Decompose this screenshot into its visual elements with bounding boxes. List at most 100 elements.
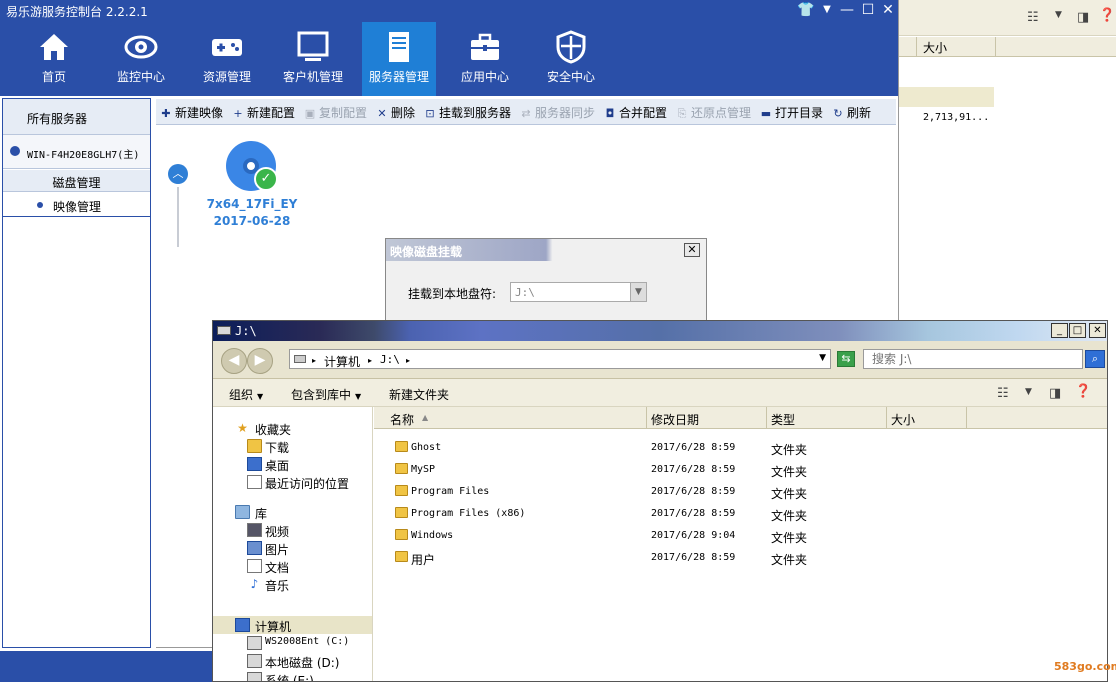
maximize-icon[interactable]: ☐ xyxy=(859,2,877,18)
preview-pane-icon[interactable]: ◨ xyxy=(1049,386,1061,401)
chevron-right-icon[interactable]: ▸ xyxy=(368,356,372,365)
file-row[interactable]: Ghost 2017/6/28 8:59 文件夹 xyxy=(374,437,1107,459)
tree-item-libraries[interactable]: 库 xyxy=(213,503,372,521)
nav-app-center[interactable]: 应用中心 xyxy=(448,22,522,96)
refresh-icon[interactable]: ⇆ xyxy=(837,351,855,367)
collapse-icon[interactable]: ︿ xyxy=(168,164,188,184)
include-in-library-button[interactable]: 包含到库中 ▼ xyxy=(291,386,361,403)
delete-button[interactable]: ✕ 删除 xyxy=(376,104,415,121)
gamepad-icon xyxy=(212,39,242,56)
copy-config-button[interactable]: ▣ 复制配置 xyxy=(304,104,367,121)
folder-icon xyxy=(395,441,408,452)
mount-icon: ⊡ xyxy=(425,107,435,120)
view-options-icon[interactable]: ☷ xyxy=(1027,10,1039,25)
image-name[interactable]: 7x64_17Fi_EY xyxy=(204,197,300,211)
nav-monitor-center[interactable]: 监控中心 xyxy=(104,22,178,96)
type-column-header[interactable]: 类型 xyxy=(767,407,887,429)
chevron-right-icon[interactable]: ▸ xyxy=(406,356,410,365)
file-row[interactable]: Windows 2017/6/28 9:04 文件夹 xyxy=(374,525,1107,547)
file-row[interactable]: Program Files (x86) 2017/6/28 8:59 文件夹 xyxy=(374,503,1107,525)
tree-item-recent-places[interactable]: 最近访问的位置 xyxy=(213,473,372,491)
tree-item-drive-e[interactable]: 系统 (E:) xyxy=(213,670,372,681)
mount-to-server-button[interactable]: ⊡ 挂载到服务器 xyxy=(424,104,511,121)
modified-column-header[interactable]: 修改日期 xyxy=(647,407,767,429)
refresh-button[interactable]: ↻ 刷新 xyxy=(832,104,871,121)
close-icon[interactable]: ✕ xyxy=(879,2,897,18)
tree-item-computer[interactable]: 计算机 xyxy=(213,616,372,634)
folder-icon xyxy=(395,529,408,540)
new-config-button[interactable]: + 新建配置 xyxy=(232,104,295,121)
forward-icon[interactable]: ▶ xyxy=(247,348,273,374)
sidebar-item-all-servers[interactable]: 所有服务器 xyxy=(3,99,150,135)
address-bar[interactable]: ▸ 计算机 ▸ J:\ ▸ ▼ xyxy=(289,349,831,369)
restore-point-button[interactable]: ⎘ 还原点管理 xyxy=(676,104,751,121)
chevron-right-icon[interactable]: ▸ xyxy=(312,356,316,365)
tree-item-videos[interactable]: 视频 xyxy=(213,521,372,539)
size-column-header[interactable]: 大小 xyxy=(923,39,947,56)
view-options-icon[interactable]: ☷ xyxy=(997,386,1009,401)
nav-server-management[interactable]: 服务器管理 xyxy=(362,22,436,96)
search-input[interactable] xyxy=(866,351,1076,367)
new-image-button[interactable]: ✚ 新建映像 xyxy=(160,104,223,121)
sidebar-item-disk-management[interactable]: 磁盘管理 xyxy=(3,170,150,192)
tree-item-music[interactable]: ♪ 音乐 xyxy=(213,575,372,593)
sidebar-item-server[interactable]: WIN-F4H20E8GLH7(主) xyxy=(3,135,150,169)
explorer-title: J:\ xyxy=(235,324,257,338)
tree-item-documents[interactable]: 文档 xyxy=(213,557,372,575)
file-row[interactable]: MySP 2017/6/28 8:59 文件夹 xyxy=(374,459,1107,481)
tree-item-drive-d[interactable]: 本地磁盘 (D:) xyxy=(213,652,372,670)
help-icon[interactable]: ❓ xyxy=(1075,384,1091,399)
nav-resource-management[interactable]: 资源管理 xyxy=(190,22,264,96)
file-list: 名称 ▲ 修改日期 类型 大小 Ghost 2017/6/28 8:59 文件夹 My… xyxy=(374,407,1107,681)
view-dropdown-icon[interactable]: ▼ xyxy=(1025,387,1032,397)
chevron-down-icon[interactable]: ▼ xyxy=(630,283,646,301)
breadcrumb-computer[interactable]: 计算机 xyxy=(324,353,360,370)
close-icon[interactable]: ✕ xyxy=(1089,323,1106,338)
new-folder-button[interactable]: 新建文件夹 xyxy=(389,386,449,403)
file-row[interactable]: Program Files 2017/6/28 8:59 文件夹 xyxy=(374,481,1107,503)
folder-icon xyxy=(395,551,408,562)
view-dropdown-icon[interactable]: ▼ xyxy=(1055,10,1062,20)
nav-home[interactable]: 首页 xyxy=(17,22,91,96)
help-icon[interactable]: ❓ xyxy=(1099,8,1115,23)
close-icon[interactable]: ✕ xyxy=(684,243,700,257)
restore-icon: ⎘ xyxy=(677,107,687,120)
search-icon[interactable]: ⌕ xyxy=(1085,350,1105,368)
drive-icon xyxy=(294,355,306,363)
expand-icon[interactable] xyxy=(10,146,20,156)
tree-item-drive-c[interactable]: WS2008Ent (C:) xyxy=(213,634,372,652)
sidebar-item-label: 映像管理 xyxy=(53,200,102,214)
file-row[interactable]: 用户 2017/6/28 8:59 文件夹 xyxy=(374,547,1107,569)
server-icon xyxy=(389,32,409,62)
maximize-icon[interactable]: □ xyxy=(1069,323,1086,338)
disk-image-icon[interactable]: ✓ xyxy=(226,141,278,191)
back-icon[interactable]: ◀ xyxy=(221,348,247,374)
name-column-header[interactable]: 名称 ▲ xyxy=(374,407,647,429)
size-column-header[interactable]: 大小 xyxy=(887,407,967,429)
server-sync-button[interactable]: ⇄ 服务器同步 xyxy=(520,104,595,121)
tree-item-pictures[interactable]: 图片 xyxy=(213,539,372,557)
tree-item-downloads[interactable]: 下载 xyxy=(213,437,372,455)
tree-item-desktop[interactable]: 桌面 xyxy=(213,455,372,473)
menu-dropdown-icon[interactable]: ▼ xyxy=(818,2,836,18)
drive-icon xyxy=(217,326,231,335)
organize-button[interactable]: 组织 ▼ xyxy=(229,386,263,403)
merge-config-button[interactable]: ◘ 合并配置 xyxy=(604,104,667,121)
tree-item-favorites[interactable]: ★ 收藏夹 xyxy=(213,419,372,437)
minimize-icon[interactable]: _ xyxy=(1051,323,1068,338)
search-box[interactable] xyxy=(863,349,1083,369)
preview-pane-icon[interactable]: ◨ xyxy=(1077,10,1089,25)
plus-icon: + xyxy=(233,107,243,120)
chevron-down-icon[interactable]: ▼ xyxy=(819,353,826,363)
background-selected-row[interactable] xyxy=(899,87,994,107)
drive-letter-select[interactable]: J:\ ▼ xyxy=(510,282,647,302)
skin-icon[interactable]: 👕 xyxy=(797,2,815,18)
sidebar-item-image-management[interactable]: 映像管理 xyxy=(3,193,150,217)
nav-security-center[interactable]: 安全中心 xyxy=(534,22,608,96)
mount-dialog: 映像磁盘挂载 ✕ 挂载到本地盘符: J:\ ▼ xyxy=(385,238,707,322)
nav-client-management[interactable]: 客户机管理 xyxy=(276,22,350,96)
minimize-icon[interactable]: — xyxy=(838,2,856,18)
breadcrumb-drive[interactable]: J:\ xyxy=(380,353,400,366)
folder-icon: ▬ xyxy=(760,107,772,120)
open-directory-button[interactable]: ▬ 打开目录 xyxy=(760,104,823,121)
